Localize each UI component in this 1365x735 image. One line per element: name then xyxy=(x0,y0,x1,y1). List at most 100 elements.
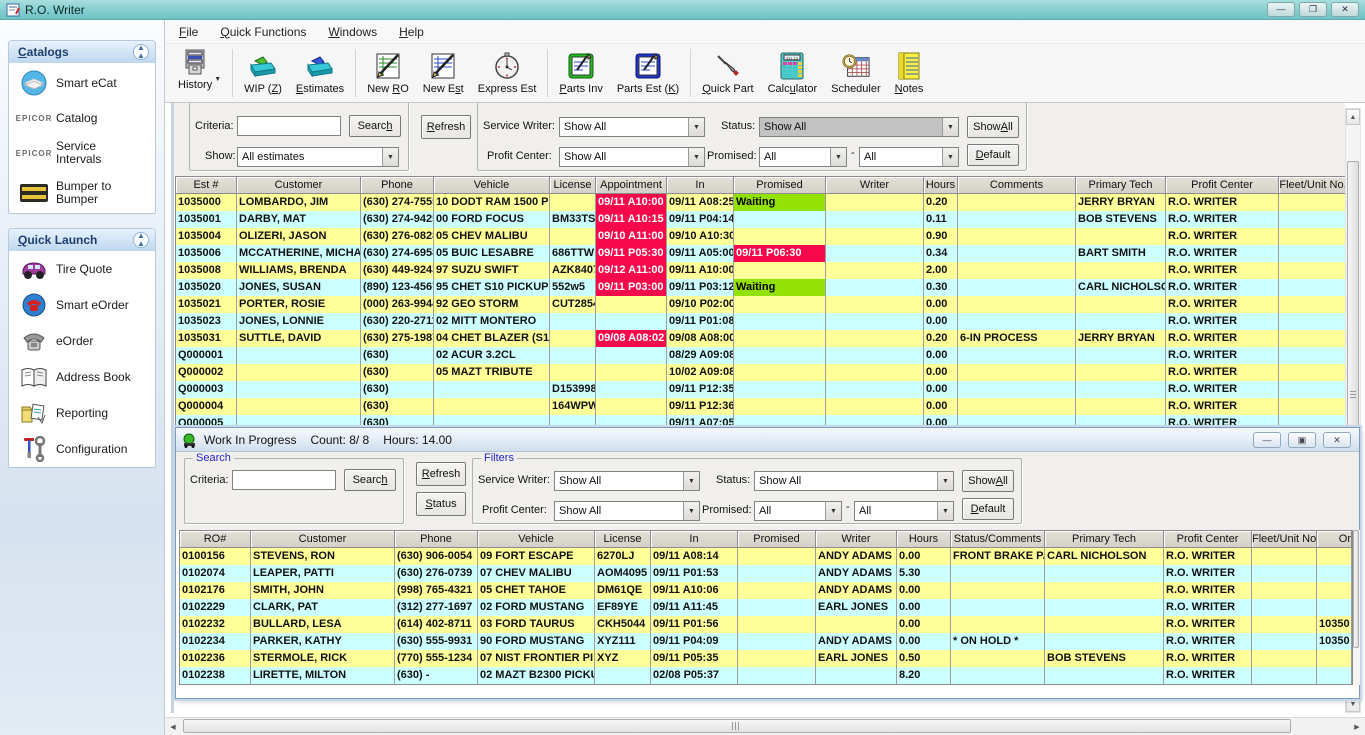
cell[interactable] xyxy=(434,381,550,398)
cell[interactable] xyxy=(1045,599,1164,616)
cell[interactable] xyxy=(738,616,816,633)
chevron-down-icon[interactable]: ▼ xyxy=(688,118,704,136)
cell[interactable]: JONES, SUSAN xyxy=(237,279,361,296)
cell[interactable]: 09/08 A08:02 xyxy=(596,330,667,347)
cell[interactable]: 0.50 xyxy=(897,650,951,667)
cell[interactable] xyxy=(958,381,1076,398)
cell[interactable]: R.O. WRITER xyxy=(1166,279,1279,296)
table-row[interactable]: Q000004(630)164WPW09/11 P12:360.00R.O. W… xyxy=(176,398,1346,415)
cell[interactable] xyxy=(826,347,924,364)
column-header[interactable]: Hours xyxy=(924,177,958,194)
cell[interactable]: 09/11 P06:30 xyxy=(734,245,826,262)
history-button[interactable]: History ▼ xyxy=(171,46,228,100)
cell[interactable]: 0.20 xyxy=(924,194,958,211)
cell[interactable] xyxy=(1045,633,1164,650)
calculator-button[interactable]: 311.13 Calculator xyxy=(761,46,825,100)
cell[interactable] xyxy=(1252,616,1317,633)
cell[interactable] xyxy=(1279,296,1346,313)
cell[interactable]: 09 FORT ESCAPE xyxy=(478,548,595,565)
cell[interactable]: Q000003 xyxy=(176,381,237,398)
cell[interactable]: D153998 xyxy=(550,381,596,398)
cell[interactable]: 0.11 xyxy=(924,211,958,228)
cell[interactable]: 686TTW xyxy=(550,245,596,262)
cell[interactable] xyxy=(958,245,1076,262)
cell[interactable]: JONES, LONNIE xyxy=(237,313,361,330)
column-header[interactable]: Profit Center xyxy=(1166,177,1279,194)
cell[interactable] xyxy=(1252,650,1317,667)
cell[interactable]: 09/11 A08:25 xyxy=(667,194,734,211)
profit-center-combobox[interactable]: Show All▼ xyxy=(559,147,705,167)
table-row[interactable]: 1035008WILLIAMS, BRENDA(630) 449-924397 … xyxy=(176,262,1346,279)
cell[interactable]: 0.00 xyxy=(924,398,958,415)
cell[interactable]: 0102234 xyxy=(180,633,251,650)
column-header[interactable]: Profit Center xyxy=(1164,531,1252,548)
cell[interactable] xyxy=(958,211,1076,228)
cell[interactable]: 6270LJ xyxy=(595,548,651,565)
chevron-down-icon[interactable]: ▼ xyxy=(688,148,704,166)
table-row[interactable]: 1035006MCCATHERINE, MICHA(630) 274-69580… xyxy=(176,245,1346,262)
cell[interactable]: 09/12 A11:00 xyxy=(596,262,667,279)
cell[interactable]: JERRY BRYAN xyxy=(1076,194,1166,211)
cell[interactable] xyxy=(826,194,924,211)
cell[interactable]: R.O. WRITER xyxy=(1166,245,1279,262)
cell[interactable]: R.O. WRITER xyxy=(1164,616,1252,633)
cell[interactable]: (630) 275-1987 xyxy=(361,330,434,347)
cell[interactable]: Q000004 xyxy=(176,398,237,415)
cell[interactable]: R.O. WRITER xyxy=(1166,211,1279,228)
cell[interactable] xyxy=(734,364,826,381)
cell[interactable] xyxy=(734,228,826,245)
cell[interactable] xyxy=(951,565,1045,582)
wip-status-button[interactable]: Status xyxy=(416,492,466,516)
cell[interactable]: 0.90 xyxy=(924,228,958,245)
cell[interactable]: STERMOLE, RICK xyxy=(251,650,395,667)
cell[interactable]: CKH5044 xyxy=(595,616,651,633)
new-est-button[interactable]: New Est xyxy=(416,46,471,100)
cell[interactable] xyxy=(826,330,924,347)
cell[interactable]: 0.00 xyxy=(897,633,951,650)
cell[interactable] xyxy=(734,313,826,330)
cell[interactable]: ANDY ADAMS xyxy=(816,548,897,565)
cell[interactable]: 04 CHET BLAZER (S10 xyxy=(434,330,550,347)
sidebar-item-reporting[interactable]: Reporting xyxy=(9,395,155,431)
cell[interactable] xyxy=(1076,347,1166,364)
cell[interactable]: EARL JONES xyxy=(816,599,897,616)
cell[interactable] xyxy=(1252,667,1317,684)
cell[interactable] xyxy=(951,599,1045,616)
cell[interactable] xyxy=(951,650,1045,667)
promised-to-combobox[interactable]: All▼ xyxy=(859,147,959,167)
cell[interactable]: 1035021 xyxy=(176,296,237,313)
cell[interactable] xyxy=(1045,582,1164,599)
cell[interactable]: XYZ xyxy=(595,650,651,667)
estimates-button[interactable]: Estimates xyxy=(289,46,351,100)
menu-help[interactable]: Help xyxy=(399,25,424,39)
wip-close-button[interactable]: ✕ xyxy=(1323,432,1351,448)
cell[interactable]: ANDY ADAMS xyxy=(816,633,897,650)
cell[interactable] xyxy=(1045,565,1164,582)
cell[interactable]: 09/11 P05:35 xyxy=(651,650,738,667)
wip-titlebar[interactable]: Work In Progress Count: 8/ 8 Hours: 14.0… xyxy=(176,428,1359,452)
express-est-button[interactable]: Express Est xyxy=(471,46,544,100)
cell[interactable]: 05 CHEV MALIBU xyxy=(434,228,550,245)
cell[interactable]: BULLARD, LESA xyxy=(251,616,395,633)
sidebar-item-configuration[interactable]: Configuration xyxy=(9,431,155,467)
cell[interactable]: 0.00 xyxy=(924,347,958,364)
column-header[interactable]: Customer xyxy=(237,177,361,194)
column-header[interactable]: Fleet/Unit No. xyxy=(1279,177,1346,194)
column-header[interactable]: Hours xyxy=(897,531,951,548)
cell[interactable]: CARL NICHOLSON xyxy=(1045,548,1164,565)
cell[interactable] xyxy=(734,211,826,228)
cell[interactable]: 92 GEO STORM xyxy=(434,296,550,313)
cell[interactable]: R.O. WRITER xyxy=(1166,364,1279,381)
scroll-right-icon[interactable]: ▶ xyxy=(1349,719,1365,735)
cell[interactable]: 09/11 A11:45 xyxy=(651,599,738,616)
sidebar-item-bumper-to-bumper[interactable]: Bumper to Bumper xyxy=(9,173,155,213)
cell[interactable] xyxy=(958,296,1076,313)
cell[interactable]: (630) xyxy=(361,364,434,381)
cell[interactable] xyxy=(596,364,667,381)
cell[interactable]: 8.20 xyxy=(897,667,951,684)
cell[interactable] xyxy=(826,279,924,296)
cell[interactable]: 09/11 A08:14 xyxy=(651,548,738,565)
column-header[interactable]: License xyxy=(550,177,596,194)
menu-quick-functions[interactable]: Quick Functions xyxy=(220,25,306,39)
cell[interactable]: ANDY ADAMS xyxy=(816,582,897,599)
